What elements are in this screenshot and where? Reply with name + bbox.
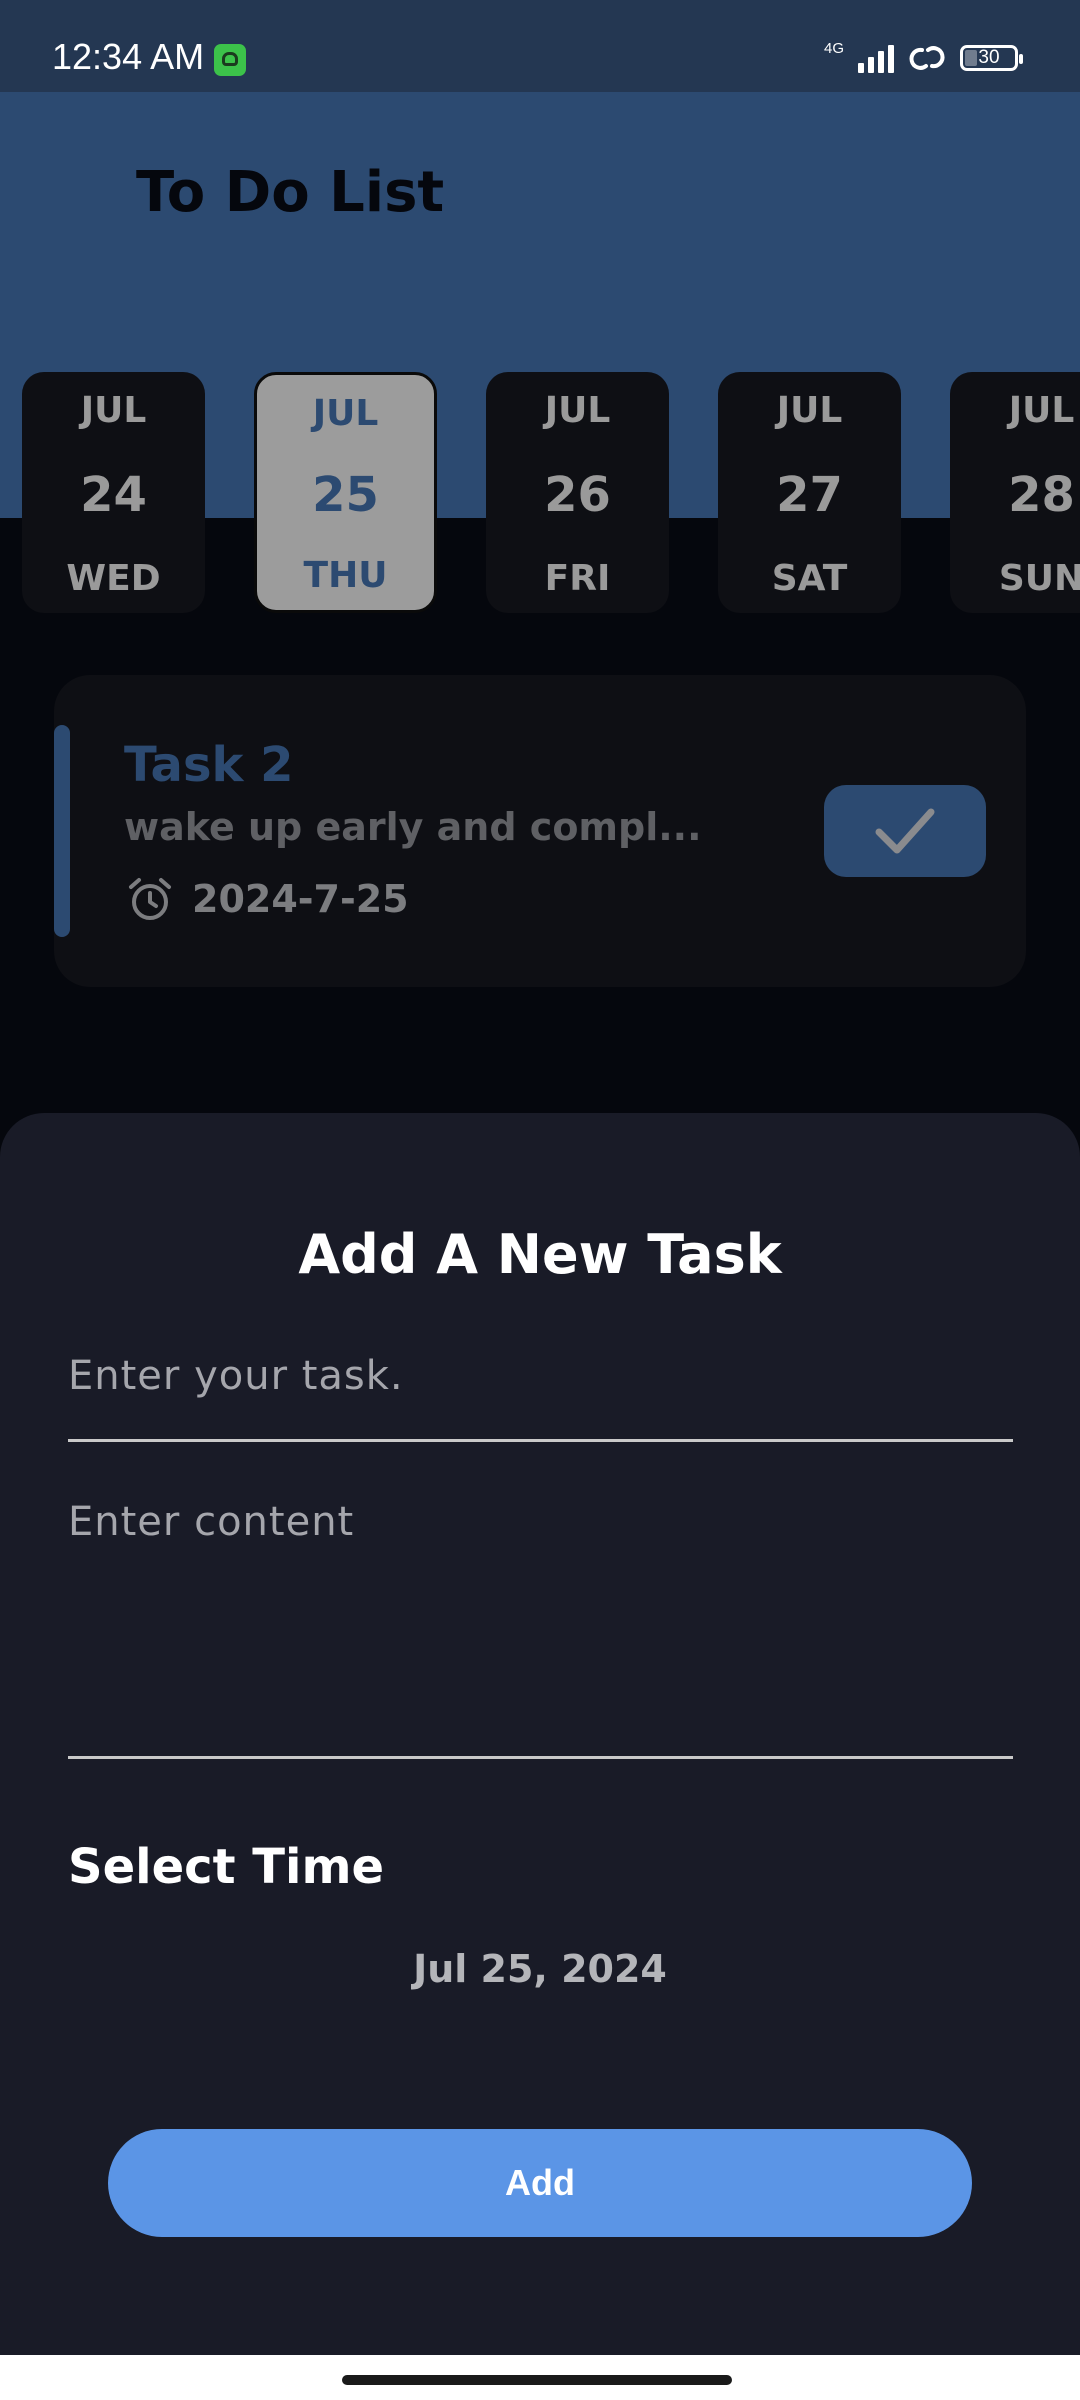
add-button[interactable]: Add [108,2129,972,2237]
date-month: JUL [80,390,147,431]
status-time: 12:34 AM [52,36,205,77]
app-notification-icon [214,44,246,76]
check-icon [875,808,935,854]
select-time-label: Select Time [68,1839,385,1895]
battery-level: 30 [978,47,1000,68]
date-card-jul-26[interactable]: JUL 26 FRI [486,372,669,613]
home-indicator[interactable] [342,2375,732,2385]
date-weekday: SUN [998,558,1080,599]
date-weekday: FRI [544,558,611,599]
date-weekday: WED [66,558,161,599]
signal-icon [858,43,894,73]
status-icons: 4G 30 [823,38,1023,78]
task-field [68,1353,1013,1442]
date-day: 28 [1008,466,1075,523]
date-card-jul-28[interactable]: JUL 28 SUN [950,372,1080,613]
complete-task-button[interactable] [824,785,986,877]
network-type-label: 4G [823,39,844,57]
battery-icon: 30 [960,45,1023,71]
page-title: To Do List [136,160,445,225]
date-card-jul-24[interactable]: JUL 24 WED [22,372,205,613]
date-card-jul-25[interactable]: JUL 25 THU [254,372,437,613]
sheet-title: Add A New Task [298,1223,782,1286]
date-day: 27 [776,466,843,523]
alarm-clock-icon [129,878,171,920]
date-month: JUL [544,390,611,431]
link-icon [909,46,945,70]
date-month: JUL [1008,390,1075,431]
add-task-sheet: Add A New Task Select Time Jul 25, 2024 … [0,1113,1080,2355]
task-date: 2024-7-25 [192,877,409,921]
navigation-bar [0,2355,1080,2400]
task-content: wake up early and compl... [124,805,702,849]
date-month: JUL [312,393,379,434]
task-time-row: 2024-7-25 [126,875,409,923]
date-strip[interactable]: JUL 24 WED JUL 25 THU JUL 26 FRI JUL 27 … [0,372,1080,615]
date-day: 24 [80,466,147,523]
date-month: JUL [776,390,843,431]
selected-date[interactable]: Jul 25, 2024 [0,1947,1080,1991]
status-bar: 12:34 AM 4G 30 [0,0,1080,92]
content-input[interactable] [68,1499,1013,1739]
content-field [68,1499,1013,1759]
date-card-jul-27[interactable]: JUL 27 SAT [718,372,901,613]
task-card[interactable]: Task 2 wake up early and compl... 2024-7… [54,675,1026,987]
task-input[interactable] [68,1353,1013,1399]
date-day: 25 [312,466,379,523]
date-weekday: SAT [771,558,848,599]
date-weekday: THU [303,555,388,596]
date-day: 26 [544,466,611,523]
task-accent-bar [54,725,70,937]
task-title: Task 2 [124,737,294,793]
